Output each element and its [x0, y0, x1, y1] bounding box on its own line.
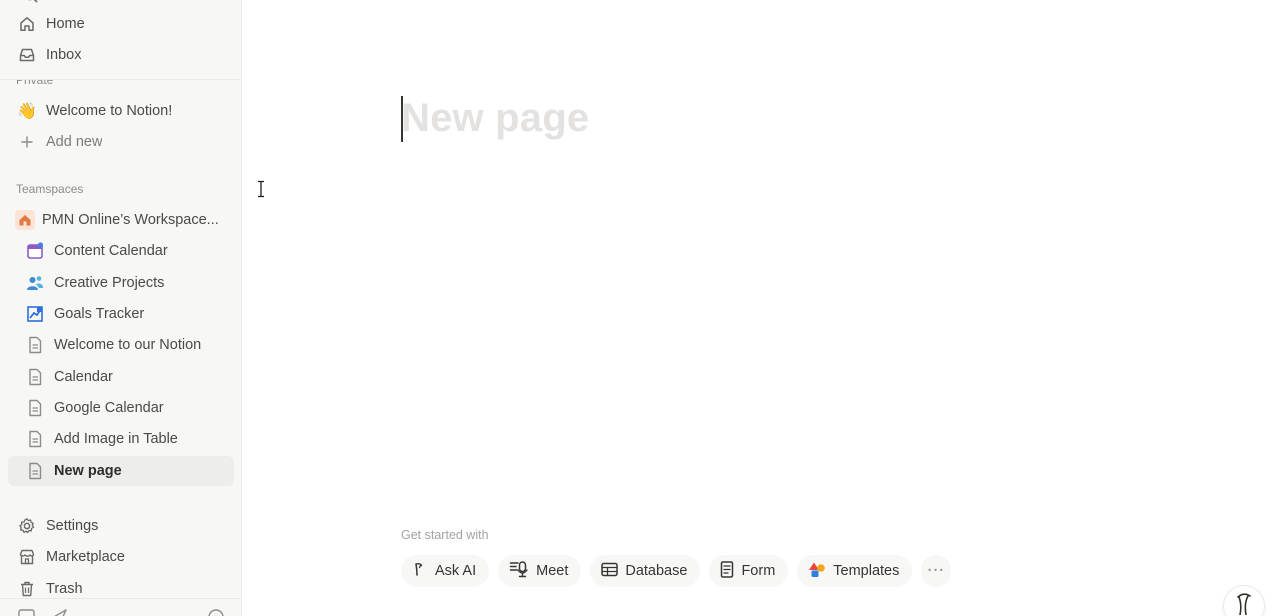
- sidebar-item-calendar[interactable]: Calendar: [8, 363, 234, 391]
- calendar-app-icon[interactable]: [18, 608, 36, 616]
- divider: [0, 598, 241, 599]
- text-caret: [401, 96, 403, 142]
- form-button[interactable]: Form: [709, 555, 789, 587]
- sidebar-item-google-calendar[interactable]: Google Calendar: [8, 394, 234, 422]
- inbox-icon: [16, 44, 38, 66]
- divider: [0, 79, 241, 80]
- ask-ai-label: Ask AI: [435, 563, 477, 579]
- sidebar-item-label: Trash: [46, 581, 83, 597]
- sidebar-item-creative-projects[interactable]: Creative Projects: [8, 269, 234, 297]
- sidebar-item-content-calendar[interactable]: Content Calendar: [8, 237, 234, 265]
- sidebar-item-label: Goals Tracker: [54, 306, 145, 322]
- search-icon[interactable]: [24, 0, 38, 4]
- sidebar-item-label: Google Calendar: [54, 400, 164, 416]
- sidebar-item-label: Welcome to our Notion: [54, 337, 202, 353]
- more-options-button[interactable]: ···: [921, 555, 952, 587]
- sidebar: Home Inbox Private 👋 Welcome to Notion! …: [0, 0, 242, 616]
- sidebar-item-home[interactable]: Home: [8, 10, 234, 38]
- sidebar-item-label: Home: [46, 16, 85, 32]
- sidebar-item-goals-tracker[interactable]: Goals Tracker: [8, 300, 234, 328]
- house-icon: [15, 210, 35, 230]
- sidebar-item-settings[interactable]: Settings: [8, 512, 234, 540]
- plus-icon: [16, 131, 38, 153]
- ai-icon: [412, 561, 428, 581]
- calendar-icon: [24, 240, 46, 262]
- templates-icon: [808, 561, 826, 582]
- table-icon: [601, 562, 619, 581]
- waving-hand-icon: 👋: [17, 103, 37, 120]
- meet-icon: [509, 560, 529, 582]
- sidebar-item-welcome-to-our-notion[interactable]: Welcome to our Notion: [8, 331, 234, 359]
- sidebar-item-label: Settings: [46, 518, 99, 534]
- sidebar-item-label: Welcome to Notion!: [46, 103, 173, 119]
- help-icon[interactable]: [207, 608, 225, 616]
- notion-ai-face-icon: [1237, 593, 1251, 615]
- sidebar-item-label: Calendar: [54, 369, 113, 385]
- sidebar-item-label: Marketplace: [46, 549, 125, 565]
- sidebar-item-welcome-to-notion[interactable]: 👋 Welcome to Notion!: [8, 97, 234, 125]
- meet-label: Meet: [536, 563, 569, 579]
- form-icon: [720, 560, 734, 582]
- meet-button[interactable]: Meet: [498, 555, 582, 587]
- text-cursor-icon: [258, 180, 264, 198]
- database-button[interactable]: Database: [590, 555, 701, 587]
- sidebar-item-add-new[interactable]: Add new: [8, 128, 234, 156]
- page-icon: [24, 428, 46, 450]
- notion-ai-button[interactable]: [1224, 586, 1264, 616]
- templates-label: Templates: [833, 563, 900, 579]
- sidebar-item-label: PMN Online’s Workspace...: [42, 212, 219, 228]
- page-icon: [24, 460, 46, 482]
- marketplace-icon: [16, 546, 38, 568]
- templates-button[interactable]: Templates: [797, 555, 913, 587]
- more-dots-icon: ···: [927, 563, 946, 579]
- send-icon[interactable]: [50, 608, 68, 616]
- ask-ai-button[interactable]: Ask AI: [401, 555, 490, 587]
- page-icon: [24, 334, 46, 356]
- sidebar-item-inbox[interactable]: Inbox: [8, 41, 234, 69]
- chart-icon: [24, 303, 46, 325]
- page-icon: [24, 397, 46, 419]
- section-label-private: Private: [16, 73, 54, 87]
- sidebar-item-label: Add new: [46, 134, 103, 150]
- sidebar-item-add-image-in-table[interactable]: Add Image in Table: [8, 425, 234, 453]
- people-icon: [24, 272, 46, 294]
- trash-icon: [16, 578, 38, 600]
- database-label: Database: [625, 563, 688, 579]
- gear-icon: [16, 515, 38, 537]
- sidebar-item-label: Creative Projects: [54, 275, 165, 291]
- home-icon: [16, 13, 38, 35]
- page-editor: New page Get started with Ask AI Meet Da…: [243, 0, 1280, 616]
- sidebar-item-label: Add Image in Table: [54, 431, 178, 447]
- page-icon: [24, 366, 46, 388]
- form-label: Form: [741, 563, 776, 579]
- sidebar-item-new-page[interactable]: New page: [8, 456, 234, 486]
- sidebar-item-marketplace[interactable]: Marketplace: [8, 543, 234, 571]
- sidebar-item-workspace[interactable]: PMN Online’s Workspace...: [8, 206, 234, 234]
- sidebar-item-label: New page: [54, 463, 122, 479]
- section-label-teamspaces: Teamspaces: [16, 182, 84, 196]
- sidebar-item-label: Inbox: [46, 47, 82, 63]
- sidebar-item-label: Content Calendar: [54, 243, 168, 259]
- get-started-actions: Ask AI Meet Database Form Templates ···: [401, 555, 952, 587]
- page-title-input[interactable]: New page: [401, 96, 589, 141]
- get-started-label: Get started with: [401, 528, 489, 542]
